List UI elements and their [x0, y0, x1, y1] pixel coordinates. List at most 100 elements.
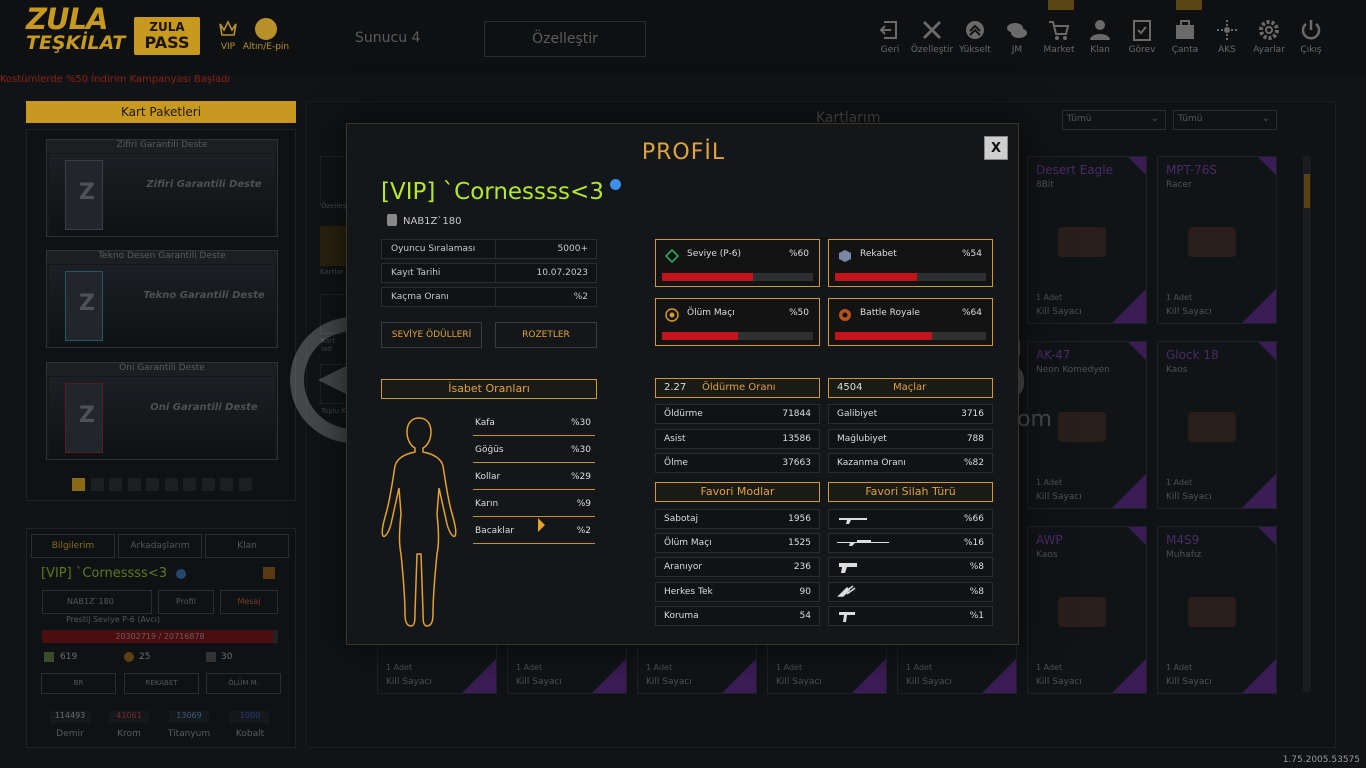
filter-dropdown-2[interactable]: Tümü ⌄	[1173, 110, 1277, 130]
card-pack[interactable]: Tekno Desen Garantili Deste Z Tekno Garant…	[46, 250, 278, 348]
nav-label: Çıkış	[1300, 45, 1322, 55]
logo-line-2: TEŞKİLAT	[26, 32, 126, 54]
filter-dropdown-1[interactable]: Tümü ⌄	[1062, 110, 1166, 130]
card-rarity-tab	[1258, 527, 1276, 545]
page-dot[interactable]	[183, 478, 196, 491]
tab-info[interactable]: Bilgilerim	[31, 534, 115, 558]
info-label: Kayıt Tarihi	[391, 268, 441, 278]
nav-g-rev[interactable]: Görev	[1120, 18, 1164, 55]
prestige-label: Prestij Seviye P-6 (Avcı)	[66, 615, 160, 624]
fav-mode-row: Herkes Tek 90	[655, 582, 820, 602]
mode-label: Rekabet	[860, 249, 897, 259]
nav-geri[interactable]: Geri	[868, 18, 912, 55]
competitive-button[interactable]: REKABET	[124, 673, 199, 694]
card-type: Kill Sayacı	[776, 677, 822, 687]
weapon-card[interactable]: M4S9 Muhafız 1 Adet Kill Sayacı	[1157, 526, 1277, 694]
player-name-text: [VIP] `Cornessss<3	[381, 179, 604, 205]
level-icon	[665, 249, 679, 263]
side-tool-4[interactable]: Toplu K	[320, 364, 348, 415]
top-bar: ZULA TEŞKİLAT ZULA PASS VIP Altın/E-pin …	[0, 0, 1366, 85]
fav-weapon-row: %8	[828, 582, 993, 602]
gear-icon	[1259, 20, 1279, 40]
br-button[interactable]: BR	[41, 673, 116, 694]
side-tool-2[interactable]: Kartlar	[320, 226, 348, 276]
card-pack[interactable]: Oni Garantili Deste Z Oni Garantili Deste	[46, 362, 278, 460]
card-skin-name: Neon Komedyen	[1036, 365, 1110, 375]
weapon-card[interactable]: MPT-76S Racer 1 Adet Kill Sayacı	[1157, 156, 1277, 324]
nav--zelle-tir[interactable]: Özelleştir	[910, 18, 954, 55]
iron-value: 114493	[50, 711, 90, 723]
nav--anta[interactable]: Çanta	[1163, 18, 1207, 55]
trash-icon[interactable]	[263, 567, 275, 579]
hit-zone-value: %30	[570, 418, 591, 428]
card-pack[interactable]: Zifiri Garantili Deste Z Zifiri Garantili …	[46, 139, 278, 237]
profile-button[interactable]: Profil	[158, 590, 214, 614]
card-rarity-corner	[982, 659, 1016, 693]
customize-button[interactable]: Özelleştir	[484, 21, 646, 57]
clan-name: NAB1Z`180	[403, 216, 462, 227]
cards-scrollbar[interactable]	[1303, 156, 1311, 692]
page-dot[interactable]	[220, 478, 233, 491]
weapon-card[interactable]: Desert Eagle 8Bit 1 Adet Kill Sayacı	[1027, 156, 1147, 324]
message-button[interactable]: Mesaj	[220, 590, 278, 614]
fav-mode-row-value: 54	[799, 611, 811, 621]
weapon-image-icon	[1058, 227, 1106, 257]
nav-aks[interactable]: AKS	[1205, 18, 1249, 55]
sniper-icon	[837, 540, 889, 546]
level-rewards-button[interactable]: SEVİYE ÖDÜLLERİ	[381, 322, 482, 348]
weapon-card[interactable]: AWP Kaos 1 Adet Kill Sayacı	[1027, 526, 1147, 694]
page-dot[interactable]	[90, 478, 104, 491]
info-value: 5000+	[557, 244, 588, 254]
cobalt-label: Kobalt	[235, 729, 265, 739]
fav-weapon-row: %16	[828, 533, 993, 553]
zula-pass-button[interactable]: ZULA PASS	[134, 17, 200, 55]
page-dot[interactable]	[238, 478, 252, 491]
bag-icon	[1176, 20, 1194, 39]
player-name: [VIP] `Cornessss<3	[381, 179, 621, 205]
close-button[interactable]: X	[984, 136, 1008, 160]
tools-icon	[922, 20, 942, 40]
nav-market[interactable]: Market	[1037, 18, 1081, 55]
nav-y-kselt[interactable]: Yükselt	[953, 18, 997, 55]
nav-jm[interactable]: JM	[995, 18, 1039, 55]
page-dot[interactable]	[146, 478, 159, 491]
card-skin-name: 8Bit	[1036, 180, 1054, 190]
tab-clan[interactable]: Klan	[205, 534, 289, 558]
weapon-card[interactable]: Glock 18 Kaos 1 Adet Kill Sayacı	[1157, 341, 1277, 509]
matches-label: Maçlar	[893, 382, 927, 393]
scrollbar-thumb[interactable]	[1304, 174, 1310, 208]
page-dot[interactable]	[164, 478, 178, 491]
page-dot[interactable]	[109, 478, 122, 491]
page-dot[interactable]	[201, 478, 215, 491]
nav-klan[interactable]: Klan	[1078, 18, 1122, 55]
filter-1-value: Tümü	[1067, 114, 1092, 124]
nav--k-[interactable]: Çıkış	[1289, 18, 1333, 55]
side-tool-1[interactable]: Özelleş	[320, 156, 348, 210]
campaign-banner[interactable]: Kostümlerde %50 İndirim Kampanyası Başla…	[0, 74, 230, 85]
fav-mode-row-label: Sabotaj	[664, 514, 698, 524]
tab-friends[interactable]: Arkadaşlarım	[118, 534, 202, 558]
jm-icon	[1007, 23, 1027, 38]
weapon-card[interactable]: AK-47 Neon Komedyen 1 Adet Kill Sayacı	[1027, 341, 1147, 509]
kill-stat-row-value: 71844	[782, 409, 811, 419]
page-dot[interactable]	[72, 478, 85, 491]
fav-mode-row-value: 236	[793, 562, 811, 572]
mode-card: Rekabet %54	[828, 239, 993, 287]
nav-label: Ayarlar	[1253, 45, 1285, 55]
vip-button[interactable]: VIP	[217, 18, 239, 52]
badges-button[interactable]: ROZETLER	[495, 322, 597, 348]
gold-button[interactable]: Altın/E-pin	[241, 18, 291, 52]
match-stat-row-label: Galibiyet	[837, 409, 878, 419]
deathmatch-button[interactable]: ÖLÜM M.	[206, 673, 281, 694]
packs-header: Kart Paketleri	[26, 101, 296, 123]
nav-ayarlar[interactable]: Ayarlar	[1247, 18, 1291, 55]
card-rarity-corner	[722, 659, 756, 693]
back-icon	[879, 21, 897, 39]
card-rarity-tab	[1128, 157, 1146, 175]
server-label[interactable]: Sunucu 4	[355, 30, 420, 46]
side-tool-3[interactable]: Kart İad	[320, 294, 348, 353]
pack-name: Oni Garantili Deste	[150, 402, 258, 413]
page-dot[interactable]	[127, 478, 141, 491]
fav-mode-row-label: Ölüm Maçı	[664, 538, 712, 548]
pistol-icon	[839, 563, 857, 573]
